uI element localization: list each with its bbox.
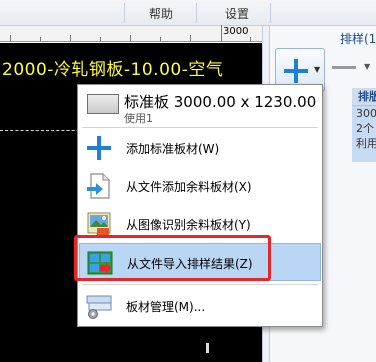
annotation-highlight-box: [74, 235, 271, 281]
file-add-icon: [87, 173, 110, 199]
add-sheet-menu: 标准板 3000.00 x 1230.00 使用1 添加标准板材(W) 从文件添…: [77, 84, 323, 327]
menu-item-label: 从图像识别余料板材(Y): [126, 218, 251, 232]
menu-separator: [270, 3, 271, 23]
horizontal-ruler: 3000: [0, 25, 262, 42]
current-sheet-item[interactable]: 标准板 3000.00 x 1230.00 使用1: [78, 85, 322, 125]
menu-item-add-remnant-from-file[interactable]: 从文件添加余料板材(X): [79, 167, 321, 205]
card-line: 利用: [356, 137, 376, 150]
add-plus-icon: [284, 59, 308, 83]
sheet-manage-icon: [86, 295, 112, 319]
nesting-result-card[interactable]: 300 2个 利用: [352, 106, 376, 162]
add-plus-icon: [87, 136, 111, 160]
remove-sheet-icon[interactable]: [332, 66, 356, 69]
menu-item-label: 板材管理(M)...: [126, 300, 206, 314]
chevron-down-icon: ▼: [314, 65, 321, 74]
ruler-label: 3000: [223, 26, 249, 37]
menu-help[interactable]: 帮助: [136, 0, 186, 26]
menu-separator: [82, 284, 318, 285]
sheet-usage: 使用1: [124, 112, 153, 125]
menu-bar: 帮助 设置: [0, 0, 376, 26]
menu-item-label: 添加标准板材(W): [126, 142, 220, 156]
sheet-marker: [206, 343, 209, 353]
menu-separator: [124, 3, 125, 23]
menu-item-sheet-management[interactable]: 板材管理(M)...: [79, 287, 321, 325]
chevron-down-icon[interactable]: ▼: [364, 62, 370, 71]
tab-nesting[interactable]: 排样(1: [340, 30, 376, 47]
nesting-list-header: 排版: [352, 88, 376, 106]
image-recognize-icon: [87, 212, 111, 236]
menu-item-add-standard-sheet[interactable]: 添加标准板材(W): [79, 129, 321, 167]
menu-settings[interactable]: 设置: [212, 0, 262, 26]
menu-separator: [82, 127, 318, 128]
sheet-label: 2000-冷轧钢板-10.00-空气: [2, 60, 224, 80]
menu-item-label: 从文件添加余料板材(X): [126, 180, 252, 194]
sheet-icon: [87, 94, 119, 114]
card-line: 300: [356, 107, 376, 120]
menu-separator: [196, 3, 197, 23]
sheet-title: 标准板 3000.00 x 1230.00: [124, 93, 317, 111]
card-line: 2个: [356, 122, 374, 135]
